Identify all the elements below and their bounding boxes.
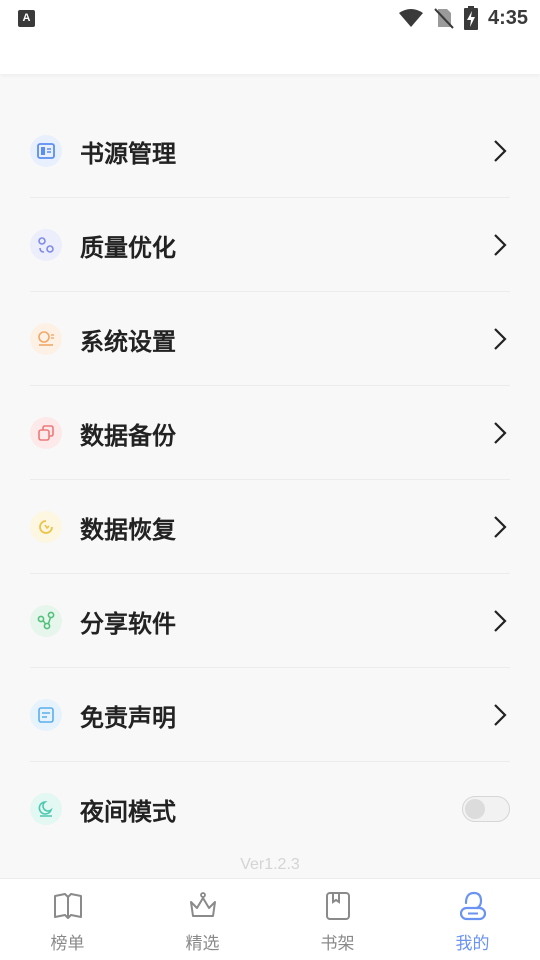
menu-label: 免责声明 <box>80 703 176 732</box>
menu-item-data-backup[interactable]: 数据备份 <box>0 386 540 480</box>
share-icon <box>30 605 62 637</box>
quality-icon <box>30 229 62 261</box>
header-area <box>0 36 540 74</box>
menu-item-night-mode: 夜间模式 <box>0 762 540 856</box>
menu-label: 书源管理 <box>80 139 176 168</box>
menu-item-disclaimer[interactable]: 免责声明 <box>0 668 540 762</box>
nav-item-bookshelf[interactable]: 书架 <box>270 879 405 960</box>
menu-item-book-source[interactable]: 书源管理 <box>0 104 540 198</box>
book-open-icon <box>51 889 85 923</box>
notification-app-icon: A <box>18 9 35 27</box>
disclaimer-icon <box>30 699 62 731</box>
nav-label: 精选 <box>185 934 220 954</box>
notification-app-letter: A <box>22 12 31 24</box>
chevron-right-icon <box>490 512 510 542</box>
nav-item-rankings[interactable]: 榜单 <box>0 879 135 960</box>
chevron-right-icon <box>490 230 510 260</box>
toggle-knob <box>465 799 485 819</box>
menu-label: 数据备份 <box>80 421 176 450</box>
nav-label: 榜单 <box>50 934 85 954</box>
menu-label: 数据恢复 <box>80 515 176 544</box>
profile-icon <box>456 889 490 923</box>
menu-item-data-restore[interactable]: 数据恢复 <box>0 480 540 574</box>
menu-label: 夜间模式 <box>80 797 176 826</box>
backup-icon <box>30 417 62 449</box>
menu-item-system-settings[interactable]: 系统设置 <box>0 292 540 386</box>
chevron-right-icon <box>490 418 510 448</box>
night-mode-icon <box>30 793 62 825</box>
chevron-right-icon <box>490 606 510 636</box>
menu-item-quality[interactable]: 质量优化 <box>0 198 540 292</box>
bottom-nav: 榜单 精选 书架 我的 <box>0 878 540 960</box>
nav-item-featured[interactable]: 精选 <box>135 879 270 960</box>
wifi-icon <box>398 9 423 27</box>
bookshelf-icon <box>321 889 355 923</box>
status-bar: A 4:35 <box>0 0 540 36</box>
night-mode-toggle[interactable] <box>462 796 510 822</box>
no-sim-icon <box>434 8 454 29</box>
chevron-right-icon <box>490 136 510 166</box>
book-source-icon <box>30 135 62 167</box>
menu-label: 质量优化 <box>80 233 176 262</box>
menu-label: 系统设置 <box>80 327 176 356</box>
nav-item-mine[interactable]: 我的 <box>405 879 540 960</box>
settings-icon <box>30 323 62 355</box>
settings-menu: 书源管理 质量优化 系统设置 数据备份 数据恢复 分享软件 免责声明 夜间模式 <box>0 104 540 856</box>
crown-icon <box>186 889 220 923</box>
version-text: Ver1.2.3 <box>240 856 300 873</box>
restore-icon <box>30 511 62 543</box>
nav-label: 书架 <box>320 934 355 954</box>
chevron-right-icon <box>490 700 510 730</box>
menu-item-share-app[interactable]: 分享软件 <box>0 574 540 668</box>
menu-label: 分享软件 <box>80 609 176 638</box>
chevron-right-icon <box>490 324 510 354</box>
nav-label: 我的 <box>455 934 490 954</box>
battery-charging-icon <box>463 6 478 30</box>
status-time: 4:35 <box>487 6 528 29</box>
